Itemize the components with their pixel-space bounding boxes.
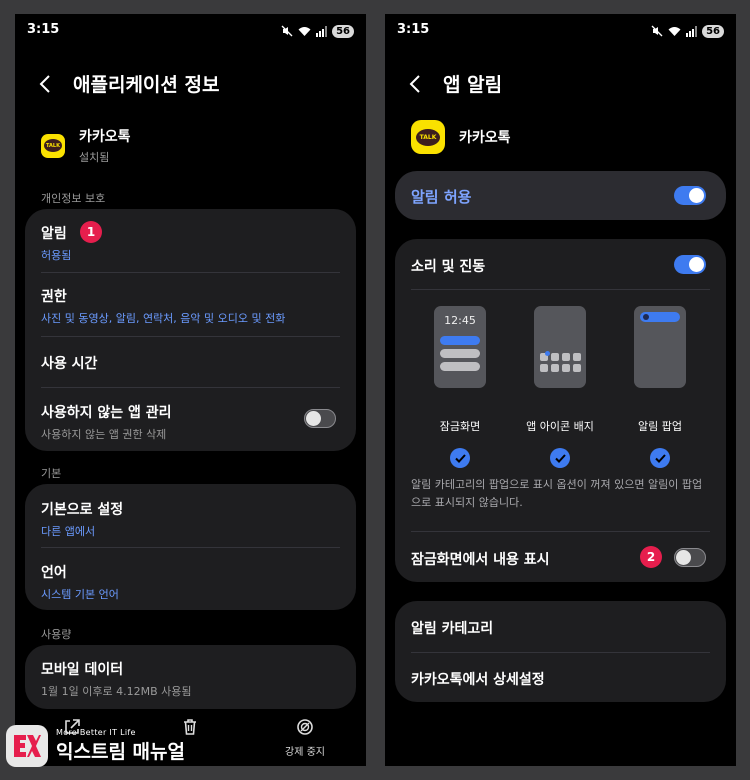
signal-icon [686, 22, 698, 41]
sound-vibration-toggle[interactable] [674, 255, 706, 274]
lockscreen-content-label: 잠금화면에서 내용 표시 [411, 552, 550, 568]
force-stop-label: 강제 중지 [285, 747, 325, 758]
default-sub: 다른 앱에서 [41, 525, 96, 538]
mute-icon [281, 22, 293, 41]
divider [41, 387, 340, 388]
page-title: 애플리케이션 정보 [73, 74, 220, 96]
lockscreen-content-toggle[interactable] [674, 548, 706, 567]
popup-info-text: 알림 카테고리의 팝업으로 표시 옵션이 꺼져 있으면 알림이 팝업으로 표시되… [411, 478, 703, 509]
mute-icon [651, 22, 663, 41]
notification-sub: 허용됨 [41, 249, 72, 262]
popup-check-icon[interactable] [650, 448, 670, 468]
app-info-screen: 3:15 56 애플리케이션 정보 TALK 카카오톡 설치됨 개인정보 보호 … [15, 14, 366, 766]
step-badge-2: 2 [640, 546, 662, 568]
language-sub: 시스템 기본 언어 [41, 588, 119, 601]
app-install-status: 설치됨 [79, 151, 110, 164]
back-arrow-icon[interactable] [409, 72, 429, 96]
kakaotalk-app-icon: TALK [411, 120, 445, 154]
notification-category-row[interactable]: 알림 카테고리 [395, 618, 726, 638]
mobile-data-title: 모바일 데이터 [41, 662, 124, 678]
default-row[interactable]: 기본으로 설정 다른 앱에서 [25, 499, 356, 539]
app-icon-badge-preview[interactable] [534, 306, 586, 388]
lockscreen-check-icon[interactable] [450, 448, 470, 468]
divider [41, 547, 340, 548]
screen-time-title: 사용 시간 [41, 356, 98, 372]
step-badge-1: 1 [80, 221, 102, 243]
wifi-icon [298, 22, 311, 41]
lockscreen-preview[interactable]: 12:45 [434, 306, 486, 388]
notification-row[interactable]: 알림 허용됨 [25, 223, 356, 263]
basic-card: 기본으로 설정 다른 앱에서 언어 시스템 기본 언어 [25, 484, 356, 610]
app-summary: TALK 카카오톡 [411, 120, 511, 154]
notification-category-label: 알림 카테고리 [411, 621, 494, 637]
force-stop-icon [297, 719, 313, 735]
mobile-data-sub: 1월 1일 이후로 4.12MB 사용됨 [41, 685, 192, 698]
popup-preview[interactable] [634, 306, 686, 388]
allow-notifications-toggle[interactable] [674, 186, 706, 205]
status-time: 3:15 [397, 22, 430, 37]
category-card: 알림 카테고리 카카오톡에서 상세설정 [395, 601, 726, 702]
sound-vibration-card: 소리 및 진동 [395, 239, 726, 582]
signal-icon [316, 22, 328, 41]
permission-row[interactable]: 권한 사진 및 동영상, 알림, 연락처, 음악 및 오디오 및 전화 [25, 286, 356, 326]
divider [411, 652, 710, 653]
page-title: 앱 알림 [443, 74, 503, 96]
allow-notifications-label: 알림 허용 [411, 188, 472, 206]
watermark: More Better IT Life 익스트림 매뉴얼 [6, 717, 216, 775]
mobile-data-row[interactable]: 모바일 데이터 1월 1일 이후로 4.12MB 사용됨 [25, 659, 356, 699]
battery-indicator: 56 [332, 25, 354, 38]
permission-sub: 사진 및 동영상, 알림, 연락처, 음악 및 오디오 및 전화 [41, 312, 286, 325]
app-icon-text: TALK [44, 139, 62, 152]
unused-app-toggle[interactable] [304, 409, 336, 428]
privacy-card: 알림 허용됨 1 권한 사진 및 동영상, 알림, 연락처, 음악 및 오디오 … [25, 209, 356, 451]
kakao-detail-settings-row[interactable]: 카카오톡에서 상세설정 [395, 669, 726, 689]
divider [411, 531, 710, 532]
kakao-detail-settings-label: 카카오톡에서 상세설정 [411, 672, 545, 688]
permission-title: 권한 [41, 289, 67, 305]
divider [41, 272, 340, 273]
watermark-logo [6, 725, 48, 767]
lockscreen-label: 잠금화면 [439, 420, 481, 433]
app-summary: TALK 카카오톡 설치됨 [41, 126, 131, 165]
app-name: 카카오톡 [459, 130, 511, 146]
status-bar: 3:15 56 [15, 14, 366, 44]
unused-app-sub: 사용하지 않는 앱 권한 삭제 [41, 428, 167, 441]
battery-indicator: 56 [702, 25, 724, 38]
app-notifications-screen: 3:15 56 앱 알림 TALK 카카오톡 알림 허용 소리 및 진동 12:… [385, 14, 736, 766]
language-row[interactable]: 언어 시스템 기본 언어 [25, 562, 356, 602]
watermark-brand: 익스트림 매뉴얼 [56, 741, 185, 763]
force-stop-button[interactable]: 강제 중지 [283, 718, 327, 758]
popup-label: 알림 팝업 [638, 420, 682, 433]
wifi-icon [668, 22, 681, 41]
app-icon-text: TALK [416, 128, 440, 146]
section-usage-label: 사용량 [41, 628, 72, 641]
back-arrow-icon[interactable] [39, 72, 59, 96]
default-title: 기본으로 설정 [41, 502, 124, 518]
status-bar: 3:15 56 [385, 14, 736, 44]
app-name: 카카오톡 [79, 129, 131, 145]
language-title: 언어 [41, 565, 67, 581]
app-icon-badge-check-icon[interactable] [550, 448, 570, 468]
screen-time-row[interactable]: 사용 시간 [25, 353, 356, 373]
lockscreen-preview-time: 12:45 [444, 314, 476, 327]
section-basic-label: 기본 [41, 467, 62, 480]
divider [41, 336, 340, 337]
sound-vibration-label: 소리 및 진동 [411, 259, 486, 275]
app-icon-badge-label: 앱 아이콘 배지 [526, 420, 594, 433]
allow-notifications-row[interactable]: 알림 허용 [395, 171, 726, 220]
section-privacy-label: 개인정보 보호 [41, 192, 106, 205]
status-time: 3:15 [27, 22, 60, 37]
watermark-tagline: More Better IT Life [56, 728, 136, 737]
usage-card: 모바일 데이터 1월 1일 이후로 4.12MB 사용됨 [25, 645, 356, 709]
kakaotalk-app-icon: TALK [41, 133, 65, 158]
unused-app-row[interactable]: 사용하지 않는 앱 관리 사용하지 않는 앱 권한 삭제 [25, 402, 296, 442]
unused-app-title: 사용하지 않는 앱 관리 [41, 405, 172, 421]
divider [411, 289, 710, 290]
